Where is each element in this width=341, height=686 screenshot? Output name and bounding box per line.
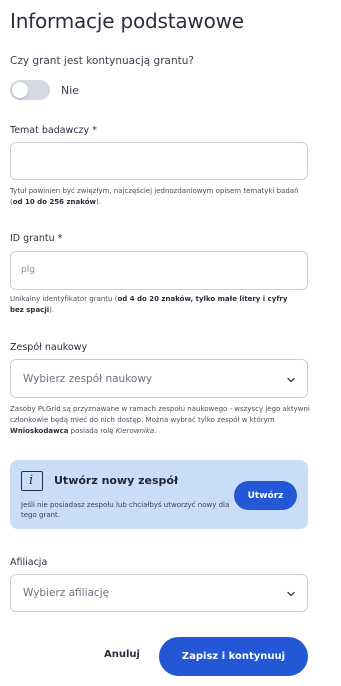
research-topic-label: Temat badawczy * bbox=[10, 125, 97, 136]
continuation-toggle-label: Nie bbox=[61, 84, 80, 97]
grant-id-label: ID grantu * bbox=[10, 233, 63, 244]
cancel-button[interactable]: Anuluj bbox=[104, 649, 140, 660]
affiliation-select-placeholder: Wybierz afiliację bbox=[23, 587, 110, 599]
grant-id-help: Unikalny identyfikator grantu (od 4 do 2… bbox=[10, 295, 288, 314]
new-team-text: Jeśli nie posiadasz zespołu lub chciałby… bbox=[21, 501, 230, 519]
grant-id-placeholder: plg bbox=[21, 265, 35, 275]
chevron-down-icon bbox=[287, 377, 295, 383]
toggle-knob bbox=[12, 82, 28, 98]
affiliation-label: Afiliacja bbox=[10, 557, 48, 568]
team-help: Zasoby PLGrid są przyznawane w ramach ze… bbox=[10, 405, 310, 435]
continuation-toggle[interactable] bbox=[10, 80, 50, 100]
create-team-button[interactable]: Utwórz bbox=[234, 481, 297, 510]
chevron-down-icon bbox=[287, 591, 295, 597]
team-select[interactable]: Wybierz zespół naukowy bbox=[10, 359, 308, 398]
page-title: Informacje podstawowe bbox=[10, 9, 244, 33]
affiliation-select[interactable]: Wybierz afiliację bbox=[10, 574, 308, 612]
grant-id-input[interactable]: plg bbox=[10, 251, 308, 290]
save-and-continue-button[interactable]: Zapisz i kontynuuj bbox=[159, 637, 308, 676]
research-topic-input[interactable] bbox=[10, 142, 308, 180]
info-icon: i bbox=[21, 471, 43, 491]
research-topic-help: Tytuł powinien być zwięzłym, najczęściej… bbox=[10, 187, 299, 206]
team-select-placeholder: Wybierz zespół naukowy bbox=[23, 373, 153, 385]
new-team-title: Utwórz nowy zespół bbox=[54, 474, 179, 487]
team-label: Zespół naukowy bbox=[10, 342, 88, 353]
continuation-question: Czy grant jest kontynuacją grantu? bbox=[10, 55, 194, 67]
new-team-box: i Utwórz nowy zespół Jeśli nie posiadasz… bbox=[10, 460, 308, 529]
